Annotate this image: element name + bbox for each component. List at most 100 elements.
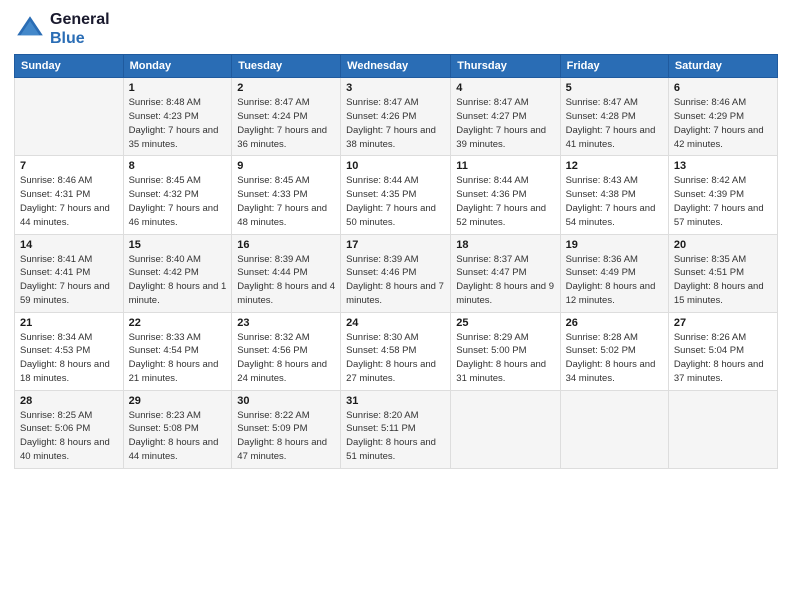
day-number: 14 xyxy=(20,239,118,251)
calendar-cell: 26 Sunrise: 8:28 AM Sunset: 5:02 PM Dayl… xyxy=(560,312,668,390)
weekday-header: Monday xyxy=(123,55,232,78)
sunrise: Sunrise: 8:34 AM xyxy=(20,332,92,343)
day-detail: Sunrise: 8:34 AM Sunset: 4:53 PM Dayligh… xyxy=(20,331,118,386)
day-detail: Sunrise: 8:29 AM Sunset: 5:00 PM Dayligh… xyxy=(456,331,554,386)
day-detail: Sunrise: 8:37 AM Sunset: 4:47 PM Dayligh… xyxy=(456,253,554,308)
sunset: Sunset: 4:58 PM xyxy=(346,345,416,356)
sunset: Sunset: 5:06 PM xyxy=(20,423,90,434)
day-number: 7 xyxy=(20,160,118,172)
day-detail: Sunrise: 8:22 AM Sunset: 5:09 PM Dayligh… xyxy=(237,409,335,464)
sunset: Sunset: 4:49 PM xyxy=(566,267,636,278)
daylight: Daylight: 8 hours and 37 minutes. xyxy=(674,359,764,384)
daylight: Daylight: 7 hours and 42 minutes. xyxy=(674,125,764,150)
day-detail: Sunrise: 8:47 AM Sunset: 4:28 PM Dayligh… xyxy=(566,96,663,151)
sunset: Sunset: 5:00 PM xyxy=(456,345,526,356)
sunset: Sunset: 4:23 PM xyxy=(129,111,199,122)
daylight: Daylight: 7 hours and 38 minutes. xyxy=(346,125,436,150)
daylight: Daylight: 7 hours and 52 minutes. xyxy=(456,203,546,228)
day-detail: Sunrise: 8:36 AM Sunset: 4:49 PM Dayligh… xyxy=(566,253,663,308)
calendar-cell: 8 Sunrise: 8:45 AM Sunset: 4:32 PM Dayli… xyxy=(123,156,232,234)
daylight: Daylight: 8 hours and 12 minutes. xyxy=(566,281,656,306)
day-detail: Sunrise: 8:45 AM Sunset: 4:33 PM Dayligh… xyxy=(237,174,335,229)
calendar-cell: 30 Sunrise: 8:22 AM Sunset: 5:09 PM Dayl… xyxy=(232,390,341,468)
calendar-cell: 7 Sunrise: 8:46 AM Sunset: 4:31 PM Dayli… xyxy=(15,156,124,234)
calendar-cell xyxy=(560,390,668,468)
calendar-cell: 5 Sunrise: 8:47 AM Sunset: 4:28 PM Dayli… xyxy=(560,78,668,156)
logo-icon xyxy=(14,13,46,45)
sunset: Sunset: 4:54 PM xyxy=(129,345,199,356)
sunrise: Sunrise: 8:20 AM xyxy=(346,410,418,421)
daylight: Daylight: 7 hours and 54 minutes. xyxy=(566,203,656,228)
sunset: Sunset: 4:42 PM xyxy=(129,267,199,278)
sunrise: Sunrise: 8:28 AM xyxy=(566,332,638,343)
day-number: 21 xyxy=(20,317,118,329)
sunset: Sunset: 4:27 PM xyxy=(456,111,526,122)
calendar-week-row: 14 Sunrise: 8:41 AM Sunset: 4:41 PM Dayl… xyxy=(15,234,778,312)
day-number: 1 xyxy=(129,82,227,94)
day-detail: Sunrise: 8:47 AM Sunset: 4:27 PM Dayligh… xyxy=(456,96,554,151)
daylight: Daylight: 8 hours and 21 minutes. xyxy=(129,359,219,384)
sunset: Sunset: 4:53 PM xyxy=(20,345,90,356)
sunset: Sunset: 4:24 PM xyxy=(237,111,307,122)
day-number: 17 xyxy=(346,239,445,251)
sunrise: Sunrise: 8:36 AM xyxy=(566,254,638,265)
daylight: Daylight: 7 hours and 59 minutes. xyxy=(20,281,110,306)
sunset: Sunset: 4:39 PM xyxy=(674,189,744,200)
daylight: Daylight: 7 hours and 36 minutes. xyxy=(237,125,327,150)
day-number: 25 xyxy=(456,317,554,329)
sunset: Sunset: 4:28 PM xyxy=(566,111,636,122)
calendar-cell: 20 Sunrise: 8:35 AM Sunset: 4:51 PM Dayl… xyxy=(668,234,777,312)
weekday-header: Friday xyxy=(560,55,668,78)
calendar-cell: 12 Sunrise: 8:43 AM Sunset: 4:38 PM Dayl… xyxy=(560,156,668,234)
daylight: Daylight: 8 hours and 27 minutes. xyxy=(346,359,436,384)
sunrise: Sunrise: 8:37 AM xyxy=(456,254,528,265)
sunrise: Sunrise: 8:46 AM xyxy=(20,175,92,186)
sunrise: Sunrise: 8:47 AM xyxy=(456,97,528,108)
day-detail: Sunrise: 8:45 AM Sunset: 4:32 PM Dayligh… xyxy=(129,174,227,229)
sunset: Sunset: 5:11 PM xyxy=(346,423,416,434)
sunrise: Sunrise: 8:44 AM xyxy=(456,175,528,186)
calendar-cell: 4 Sunrise: 8:47 AM Sunset: 4:27 PM Dayli… xyxy=(451,78,560,156)
calendar-cell: 15 Sunrise: 8:40 AM Sunset: 4:42 PM Dayl… xyxy=(123,234,232,312)
day-detail: Sunrise: 8:32 AM Sunset: 4:56 PM Dayligh… xyxy=(237,331,335,386)
calendar-cell: 18 Sunrise: 8:37 AM Sunset: 4:47 PM Dayl… xyxy=(451,234,560,312)
day-number: 11 xyxy=(456,160,554,172)
day-detail: Sunrise: 8:46 AM Sunset: 4:29 PM Dayligh… xyxy=(674,96,772,151)
calendar-cell: 1 Sunrise: 8:48 AM Sunset: 4:23 PM Dayli… xyxy=(123,78,232,156)
calendar-cell: 24 Sunrise: 8:30 AM Sunset: 4:58 PM Dayl… xyxy=(341,312,451,390)
day-number: 5 xyxy=(566,82,663,94)
calendar-cell: 6 Sunrise: 8:46 AM Sunset: 4:29 PM Dayli… xyxy=(668,78,777,156)
daylight: Daylight: 8 hours and 24 minutes. xyxy=(237,359,327,384)
day-number: 2 xyxy=(237,82,335,94)
day-number: 18 xyxy=(456,239,554,251)
day-detail: Sunrise: 8:42 AM Sunset: 4:39 PM Dayligh… xyxy=(674,174,772,229)
day-detail: Sunrise: 8:20 AM Sunset: 5:11 PM Dayligh… xyxy=(346,409,445,464)
sunrise: Sunrise: 8:26 AM xyxy=(674,332,746,343)
sunrise: Sunrise: 8:41 AM xyxy=(20,254,92,265)
sunrise: Sunrise: 8:33 AM xyxy=(129,332,201,343)
daylight: Daylight: 7 hours and 57 minutes. xyxy=(674,203,764,228)
day-detail: Sunrise: 8:25 AM Sunset: 5:06 PM Dayligh… xyxy=(20,409,118,464)
sunset: Sunset: 4:26 PM xyxy=(346,111,416,122)
sunset: Sunset: 4:29 PM xyxy=(674,111,744,122)
day-detail: Sunrise: 8:46 AM Sunset: 4:31 PM Dayligh… xyxy=(20,174,118,229)
sunset: Sunset: 4:41 PM xyxy=(20,267,90,278)
header-row: SundayMondayTuesdayWednesdayThursdayFrid… xyxy=(15,55,778,78)
day-detail: Sunrise: 8:40 AM Sunset: 4:42 PM Dayligh… xyxy=(129,253,227,308)
day-number: 4 xyxy=(456,82,554,94)
daylight: Daylight: 8 hours and 44 minutes. xyxy=(129,437,219,462)
sunset: Sunset: 4:47 PM xyxy=(456,267,526,278)
day-number: 16 xyxy=(237,239,335,251)
calendar-cell: 11 Sunrise: 8:44 AM Sunset: 4:36 PM Dayl… xyxy=(451,156,560,234)
sunset: Sunset: 4:35 PM xyxy=(346,189,416,200)
calendar-cell: 17 Sunrise: 8:39 AM Sunset: 4:46 PM Dayl… xyxy=(341,234,451,312)
day-number: 22 xyxy=(129,317,227,329)
day-detail: Sunrise: 8:44 AM Sunset: 4:35 PM Dayligh… xyxy=(346,174,445,229)
day-detail: Sunrise: 8:23 AM Sunset: 5:08 PM Dayligh… xyxy=(129,409,227,464)
day-number: 13 xyxy=(674,160,772,172)
sunset: Sunset: 4:31 PM xyxy=(20,189,90,200)
day-detail: Sunrise: 8:26 AM Sunset: 5:04 PM Dayligh… xyxy=(674,331,772,386)
daylight: Daylight: 8 hours and 18 minutes. xyxy=(20,359,110,384)
day-number: 28 xyxy=(20,395,118,407)
day-detail: Sunrise: 8:30 AM Sunset: 4:58 PM Dayligh… xyxy=(346,331,445,386)
